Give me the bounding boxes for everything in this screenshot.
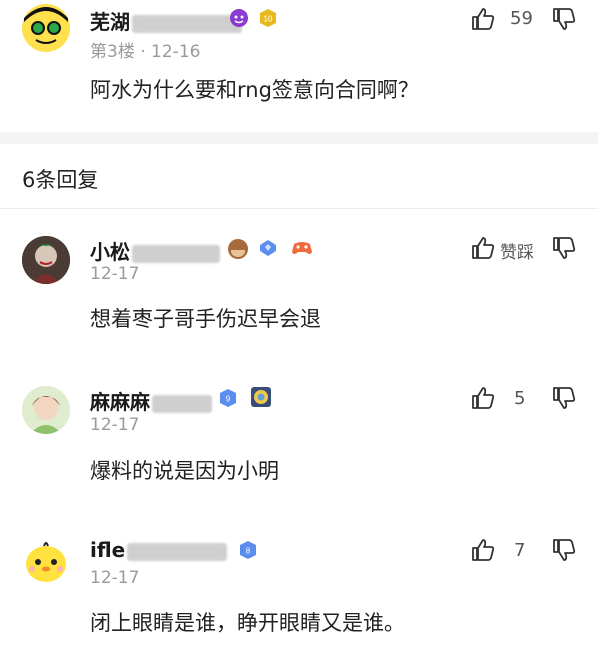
reply-username[interactable]: 小松 <box>90 236 220 265</box>
meta-dot: · <box>140 42 152 62</box>
like-count: 5 <box>514 388 526 409</box>
thumb-up-icon[interactable] <box>470 537 496 563</box>
main-comment: 芜湖 10 第3楼 · 12-16 59 阿水为什么要和rng签意向合同啊？ <box>0 0 598 132</box>
reply-date: 12-17 <box>90 264 140 284</box>
game-controller-icon <box>290 238 314 258</box>
main-comment-avatar[interactable] <box>22 4 70 52</box>
thumb-down-icon[interactable] <box>551 537 577 563</box>
main-comment-username[interactable]: 芜湖 <box>90 6 242 35</box>
reply-date: 12-17 <box>90 415 140 435</box>
username-blur <box>152 394 212 413</box>
thumb-down-icon[interactable] <box>551 6 577 32</box>
level-badge: 9 <box>218 388 238 408</box>
username-text: 芜湖 <box>90 10 130 34</box>
reply-username[interactable]: ifle <box>90 538 228 562</box>
diamond-badge-icon <box>258 238 278 258</box>
reply-date: 12-17 <box>90 568 140 588</box>
username-text: ifle <box>90 538 126 562</box>
username-blur <box>132 244 220 263</box>
level-number: 10 <box>264 15 273 24</box>
username-blur <box>127 542 228 561</box>
username-blur <box>132 14 242 33</box>
like-dislike-label: 赞踩 <box>500 243 534 263</box>
level-number: 9 <box>226 395 231 404</box>
reply-text: 想着枣子哥手伤迟早会退 <box>90 307 321 331</box>
like-count: 59 <box>510 8 533 29</box>
reply-avatar[interactable] <box>22 236 70 284</box>
level-badge: 8 <box>238 540 258 560</box>
username-text: 小松 <box>90 240 130 264</box>
monkey-emoji-icon <box>226 236 250 260</box>
reply-text: 爆料的说是因为小明 <box>90 459 279 483</box>
level-badge: 10 <box>258 8 278 28</box>
comment-date: 12-16 <box>151 42 201 62</box>
thumb-up-icon[interactable] <box>470 235 496 261</box>
floor-number: 第3楼 <box>90 42 135 62</box>
star-badge-icon <box>250 386 272 408</box>
reply-avatar[interactable] <box>22 538 70 586</box>
thumb-down-icon[interactable] <box>551 235 577 261</box>
reply-avatar[interactable] <box>22 386 70 434</box>
replies-count-header: 6条回复 <box>22 168 99 192</box>
main-comment-text: 阿水为什么要和rng签意向合同啊？ <box>90 78 419 102</box>
thumb-down-icon[interactable] <box>551 385 577 411</box>
thumb-up-icon[interactable] <box>470 6 496 32</box>
floor-and-date: 第3楼 · 12-16 <box>90 37 200 62</box>
reply-text: 闭上眼睛是谁，睁开眼睛又是谁。 <box>90 611 405 635</box>
devil-emoji-icon <box>228 6 250 28</box>
username-text: 麻麻麻 <box>90 390 150 414</box>
thumb-up-icon[interactable] <box>470 385 496 411</box>
like-count: 7 <box>514 540 526 561</box>
header-divider <box>0 208 598 209</box>
level-number: 8 <box>246 547 251 556</box>
reply-username[interactable]: 麻麻麻 <box>90 386 212 415</box>
section-divider <box>0 132 598 144</box>
